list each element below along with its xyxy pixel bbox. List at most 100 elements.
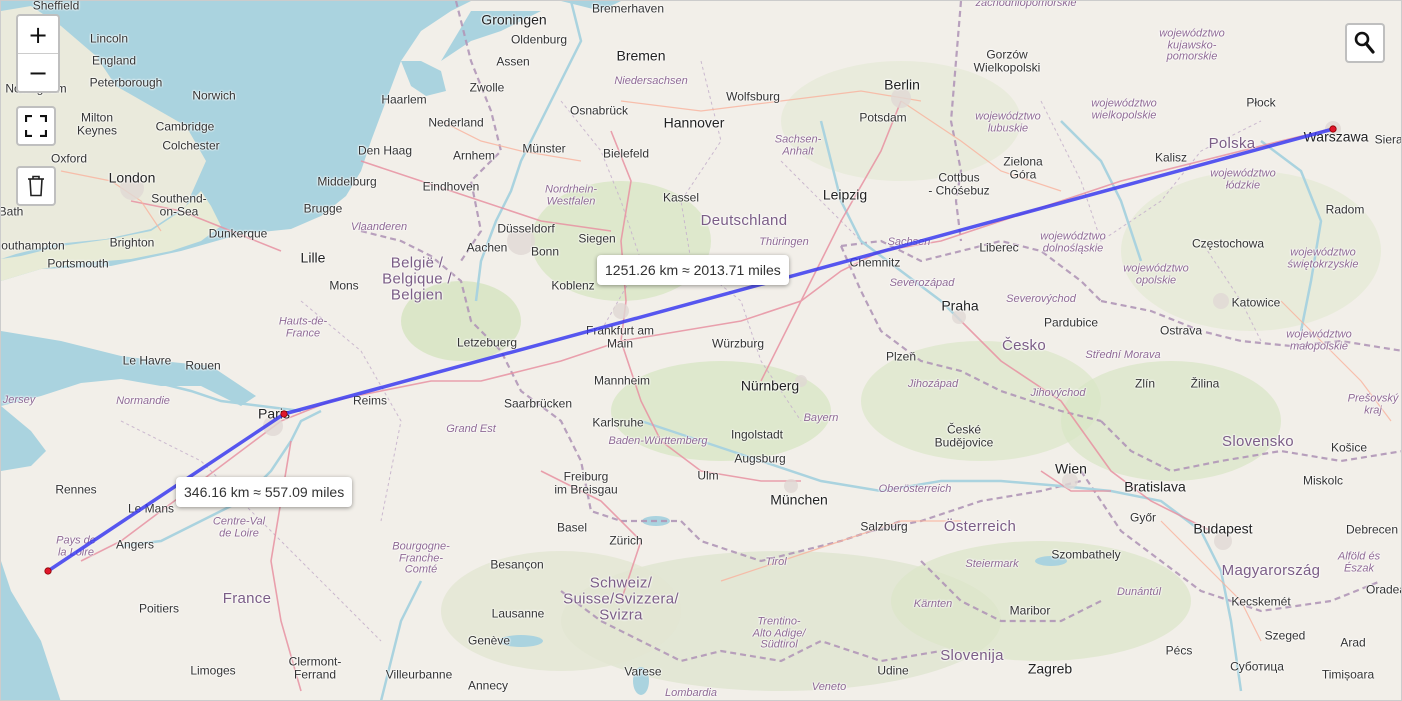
city-label: Budapest [1193,520,1253,537]
city-label: Groningen [481,11,547,28]
map-base-layer [1,1,1401,700]
city-label: Ulm [697,468,719,483]
city-label: Mons [329,278,359,293]
city-label: Ingolstadt [730,427,784,442]
city-label: Siegen [578,231,616,246]
city-label: Karlsruhe [592,415,644,430]
distance-tooltip-segment-1: 346.16 km ≈ 557.09 miles [176,477,353,507]
country-label: Schweiz/Suisse/Svizzera/Svizra [563,574,679,623]
city-label: Žilina [1190,376,1220,391]
search-button[interactable] [1345,23,1385,63]
region-label: Sachsen- Anhalt [774,133,822,157]
city-label: Paris [258,405,290,422]
zoom-out-button[interactable]: − [18,53,58,91]
delete-measurement-button[interactable] [16,166,56,206]
city-label: Haarlem [381,92,427,107]
city-label: Kecskemét [1231,594,1291,609]
region-label: Steiermark [965,558,1019,571]
region-label: Centre-Val de Loire [212,515,266,539]
city-label: Bonn [530,244,560,259]
city-label: Maribor [1009,603,1051,618]
city-label: Szeged [1264,628,1306,643]
city-label: Düsseldorf [497,221,555,236]
distance-tooltip-segment-2: 1251.26 km ≈ 2013.71 miles [597,255,789,285]
city-label: Plzeň [885,349,917,364]
region-label: Jihozápad [907,378,959,391]
city-label: Dunkerque [208,226,268,241]
city-label: Kalisz [1154,150,1188,165]
region-label: województwo dolnośląskie [1040,230,1106,254]
region-label: Severovýchod [1006,293,1076,306]
city-label: Szombathely [1051,547,1121,562]
zoom-in-button[interactable]: + [18,16,58,53]
city-label: Lausanne [491,606,545,621]
city-label: Sheffield [32,0,80,13]
trash-icon [28,175,44,197]
region-label: Bayern [803,412,839,425]
city-label: Lincoln [89,31,129,46]
region-label: województwo świętokrzyskie [1287,246,1359,270]
region-label: Oberösterreich [878,483,952,496]
city-label: Augsburg [734,451,786,466]
search-icon [1354,31,1375,54]
city-label: Middelburg [317,174,377,189]
region-label: Bourgogne- Franche- Comté [392,540,450,576]
region-label: Veneto [811,681,847,694]
city-label: Limoges [190,663,236,678]
city-label: Oxford [50,151,88,166]
region-label: Baden-Württemberg [608,435,708,448]
city-label: Letzebuerg [456,335,518,350]
region-label: Lombardia [665,687,717,700]
region-label: Jihovýchod [1030,387,1086,400]
city-label: Clermont- Ferrand [288,654,342,681]
city-label: Potsdam [859,110,907,125]
city-label: Villeurbanne [385,667,453,682]
city-label: Katowice [1231,295,1281,310]
city-label: Liberec [979,240,1019,255]
city-label: Oradea [1365,582,1401,597]
zoom-control: + − [16,14,60,93]
city-label: Bratislava [1124,478,1186,495]
city-label: Würzburg [711,336,765,351]
city-label: Milton Keynes [76,110,118,137]
city-label: Bielefeld [602,146,650,161]
city-label: Genève [467,633,511,648]
city-label: London [108,169,156,186]
city-label: Nürnberg [740,377,800,394]
country-label: Österreich [943,518,1017,536]
city-label: Pécs [1165,643,1193,658]
city-label: Rennes [55,482,97,497]
region-label: województwo łódzkie [1210,167,1276,191]
fullscreen-icon [25,115,47,137]
city-label: Bremen [616,47,666,64]
city-label: Nederland [428,115,484,130]
city-label: Salzburg [860,519,908,534]
city-label: Colchester [162,138,220,153]
region-label: zachodniopomorskie [975,0,1077,10]
city-label: Zagreb [1027,660,1073,677]
fullscreen-button[interactable] [16,106,56,146]
city-label: Суботица [1230,659,1284,674]
city-label: Debrecen [1345,522,1399,537]
city-label: Münster [522,141,566,156]
city-label: Brugge [303,201,343,216]
city-label: Portsmouth [47,256,109,271]
city-label: Praha [941,297,979,314]
city-label: Aachen [466,240,508,255]
city-label: Płock [1246,95,1276,110]
map-view[interactable]: SheffieldLincolnNottinghamEnglandPeterbo… [0,0,1402,701]
region-label: Jersey [2,394,36,407]
region-label: województwo wielkopolskie [1091,97,1157,121]
city-label: Wien [1055,460,1087,477]
city-label: Besançon [490,557,544,572]
city-label: Bath [0,204,24,219]
city-label: Győr [1129,510,1157,525]
city-label: Arnhem [452,148,496,163]
region-label: Niedersachsen [614,75,688,88]
city-label: Leipzig [822,186,868,203]
city-label: Frankfurt am Main [585,323,655,350]
city-label: Lille [300,249,326,266]
region-label: Hauts-de- France [278,315,328,339]
city-label: Poitiers [138,601,180,616]
city-label: Southend-on-Sea [151,191,207,218]
